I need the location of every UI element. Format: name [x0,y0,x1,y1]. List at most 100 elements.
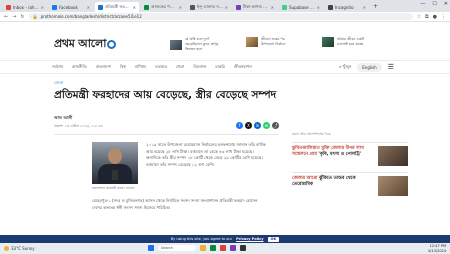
promo-thumbnail [246,37,258,47]
nav-item-bangladesh[interactable]: বাংলাদেশ [96,64,111,71]
nav-item-jobs[interactable]: চাকরি [215,64,224,71]
tab-label: Incognito [335,4,354,10]
promo-text: যে ঋষি বলে দুর্গে ছেড়েছিলেন কুণ্ডে কাপু… [185,37,219,51]
logo-text: প্রথম আলো [54,37,107,50]
privacy-policy-link[interactable]: Privacy Policy [236,237,263,241]
extensions-icon[interactable]: ⧉ [425,14,429,20]
browser-tab[interactable]: আজকের পত্রিকা ✕ [141,2,185,12]
terminal-icon[interactable] [240,245,246,251]
weather-widget[interactable]: 33°C Sunny [4,246,74,251]
close-window-icon[interactable]: ✕ [444,1,448,7]
tab-label: আজকের পত্রিকা [151,3,178,9]
browser-tab-active[interactable]: প্রতিমন্ত্রী ফরহাদ... ✕ [95,2,139,12]
tab-label: টাকা-কাগজ সাথে... [243,3,270,9]
taskbar-search[interactable]: Search [158,245,196,251]
section-tag[interactable]: জেলা [54,80,63,87]
article-author[interactable]: আশু আলী [54,115,72,122]
maximize-icon[interactable]: ☐ [432,1,436,7]
nav-item-politics[interactable]: রাজনীতি [72,64,87,71]
forward-icon[interactable]: → [12,14,16,20]
article-paragraph: মেহেরপুর-১ (সদর ও মুজিবনগর) আসন থেকে নির… [92,198,258,210]
close-icon[interactable]: ✕ [133,5,136,10]
promo-thumbnail [322,37,334,47]
tab-label: Facebook [59,4,78,10]
sidebar-news-title: জেলার আরো ঝুঁকিতে তান্ডব থেকে তেরোশ্রমিক [292,176,368,196]
promo-text: আমার জীবন একটা চ্যালেঞ্জ হয়ে যাচ্ছে [337,37,365,46]
system-tray-clock[interactable]: 12:47 PM 4/13/2024 [428,244,446,253]
sidebar-news-thumbnail [378,146,408,166]
search-button[interactable]: ⌕ খুঁজুন [339,64,351,71]
close-icon[interactable]: ✕ [363,5,366,10]
sidebar-news-thumbnail [378,176,408,196]
hamburger-menu-icon[interactable]: ☰ [388,64,394,71]
new-tab-button[interactable]: + [373,2,378,12]
mail-icon[interactable] [220,245,226,251]
cookie-ok-button[interactable]: OK [267,236,280,242]
x-twitter-icon[interactable]: X [245,122,252,129]
profile-icon[interactable]: ● [433,14,437,20]
sidebar-news-item[interactable]: ডুবিতজালিয়াত মুক্তি জেলার উপর লাখ সম্মে… [292,146,408,166]
cookie-text: By using this site, you agree to our [170,237,233,241]
nav-item-latest[interactable]: সর্বশেষ [52,64,63,71]
share-link-icon[interactable]: ⤴ [272,122,279,129]
header-promo[interactable]: আমার জীবন একটা চ্যালেঞ্জ হয়ে যাচ্ছে [322,37,375,47]
browser-tab[interactable]: Inbox - rahulghosh...✕ [3,2,47,12]
article-photo[interactable] [92,142,138,184]
language-button[interactable]: English [357,63,382,72]
nav-item-sports[interactable]: খেলা [176,64,184,71]
nav-item-world[interactable]: বিশ্ব [120,64,126,71]
sun-icon [4,246,9,251]
sidebar-news-title: ডুবিতজালিয়াত মুক্তি জেলার উপর লাখ সম্মে… [292,146,368,166]
nav-item-opinion[interactable]: মতামত [155,64,167,71]
close-icon[interactable]: ✕ [317,5,320,10]
cookie-consent-bar: By using this site, you agree to our Pri… [0,235,450,243]
header-promo[interactable]: জীবনে শুরুর পর উপজেলা নির্বাচন [246,37,299,47]
tab-favicon [52,4,57,10]
app-icon[interactable] [230,245,236,251]
sidebar-heading: রমনা আর আশেপাশের খবর [292,132,331,136]
file-explorer-icon[interactable] [200,245,206,251]
tab-favicon [328,4,333,10]
toolbar-actions: ☆ ⧉ ● ⋮ [417,14,446,20]
close-icon[interactable]: ✕ [41,5,44,10]
minimize-icon[interactable]: — [420,1,425,7]
close-icon[interactable]: ✕ [87,5,90,10]
browser-tab[interactable]: ইন্দু ডাক্তার সম্পর...✕ [187,2,231,12]
window-controls: — ☐ ✕ [420,1,448,7]
reload-icon[interactable]: ↻ [20,14,24,20]
browser-tabstrip: Inbox - rahulghosh...✕ Facebook ✕ প্রতিমন… [0,0,450,12]
tab-label: ইন্দু ডাক্তার সম্পর... [197,3,224,9]
taskbar-apps: Search [148,245,246,251]
divider [292,142,408,143]
chrome-icon[interactable] [210,245,216,251]
browser-tab[interactable]: Incognito ✕ [325,2,369,12]
address-bar[interactable]: 🔒 prothomalo.com/bangladesh/district/arz… [28,13,413,20]
more-icon[interactable]: ⋮ [441,14,446,20]
photo-caption: জনপ্রশাসন প্রতিমন্ত্রী ফরহাদ হোসেন [92,186,135,190]
tab-favicon [190,4,195,10]
browser-tab[interactable]: Supabase Mod...✕ [279,2,323,12]
browser-tab[interactable]: Facebook ✕ [49,2,93,12]
whatsapp-icon[interactable]: w [263,122,270,129]
back-icon[interactable]: ← [4,14,8,20]
facebook-icon[interactable]: f [236,122,243,129]
star-icon[interactable]: ☆ [417,14,421,20]
lock-icon: 🔒 [32,14,38,19]
close-icon[interactable]: ✕ [225,5,228,10]
browser-tab[interactable]: টাকা-কাগজ সাথে...✕ [233,2,277,12]
header-promo[interactable]: যে ঋষি বলে দুর্গে ছেড়েছিলেন কুণ্ডে কাপু… [170,37,223,52]
tab-label: প্রতিমন্ত্রী ফরহাদ... [105,3,132,9]
windows-start-icon[interactable] [148,245,154,251]
search-label: খুঁজুন [342,64,352,69]
nav-item-entertainment[interactable]: বিনোদন [193,64,206,71]
linkedin-icon[interactable]: in [254,122,261,129]
sidebar-news-item[interactable]: জেলার আরো ঝুঁকিতে তান্ডব থেকে তেরোশ্রমিক [292,176,408,196]
close-icon[interactable]: ✕ [271,5,274,10]
close-icon[interactable]: ✕ [179,5,182,10]
tab-label: Supabase Mod... [289,4,316,10]
nav-item-business[interactable]: বাণিজ্য [135,64,147,71]
share-buttons: f X in w ⤴ [236,122,279,129]
site-logo[interactable]: প্রথম আলো [54,35,117,54]
nav-item-lifestyle[interactable]: জীবনযাপন [234,64,252,71]
tab-favicon [6,4,11,10]
